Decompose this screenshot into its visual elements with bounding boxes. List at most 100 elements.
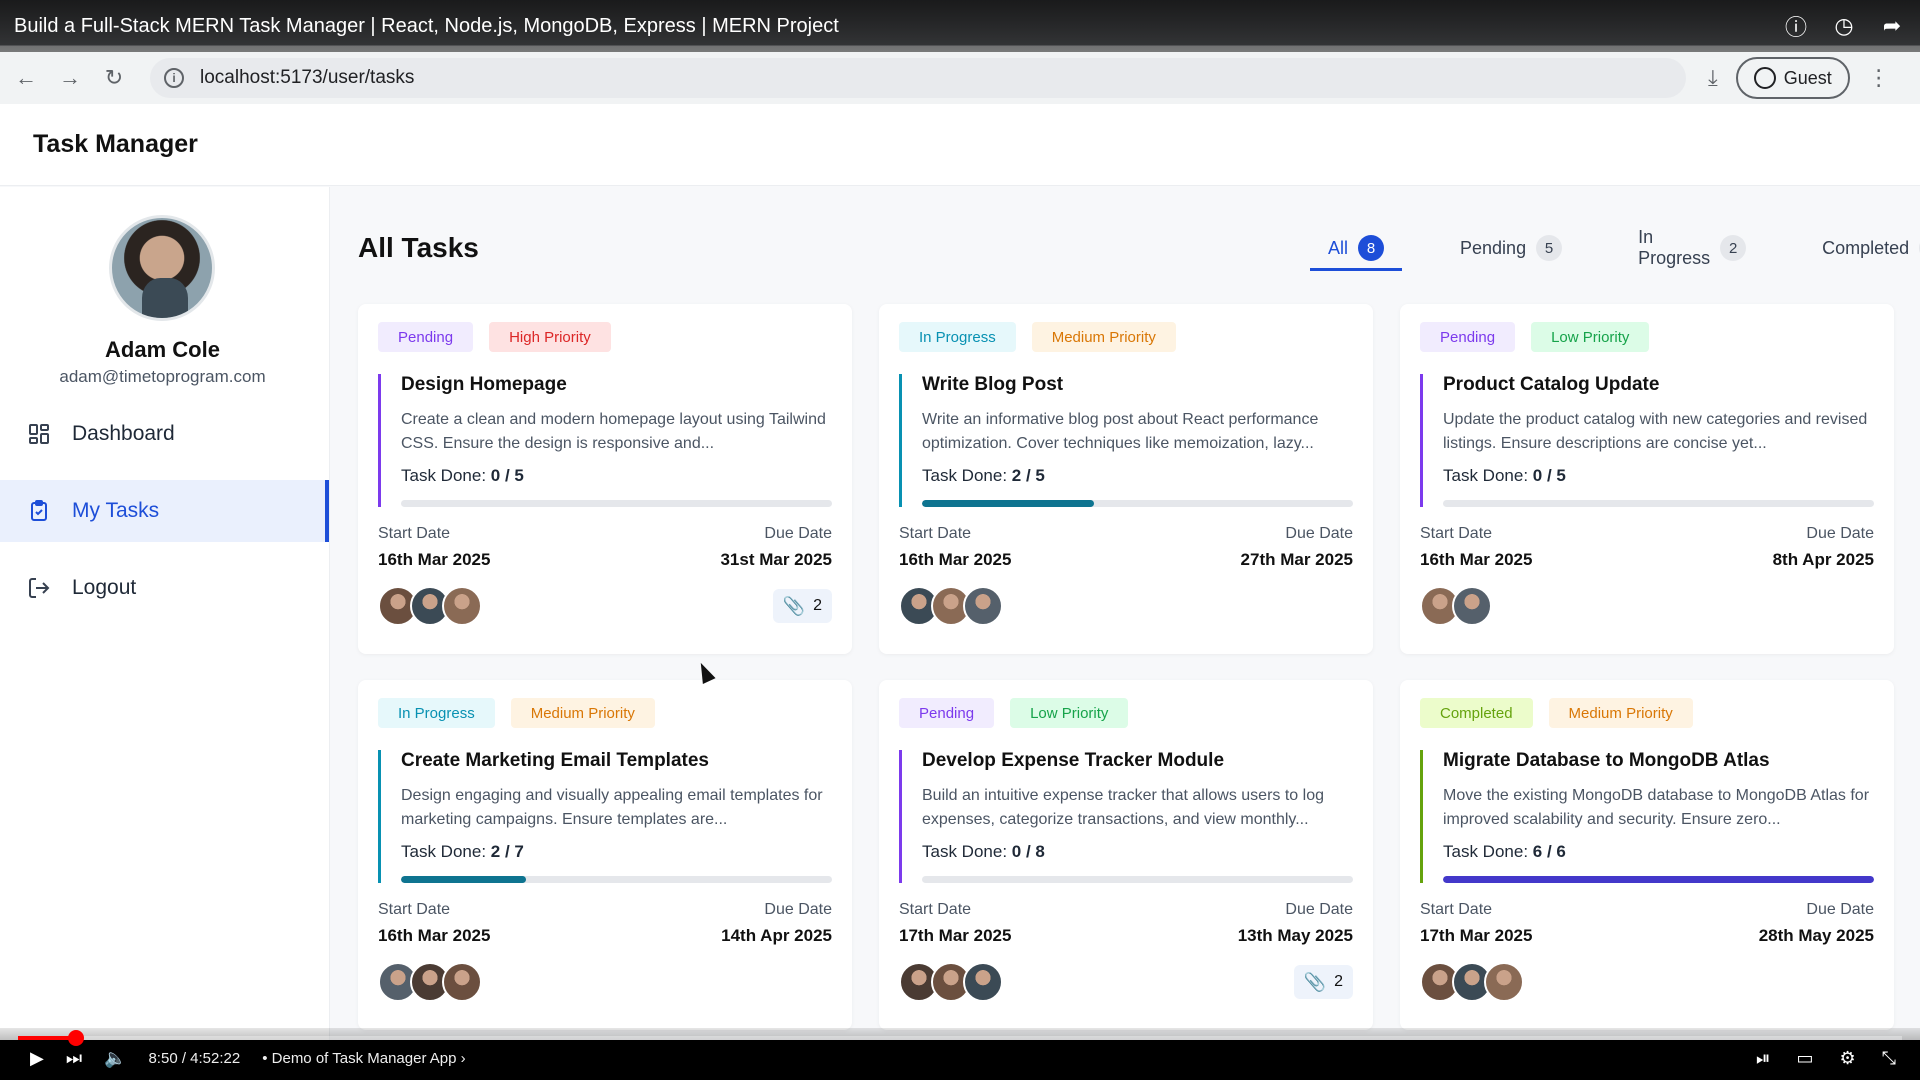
card-footer [378,962,832,1002]
download-icon[interactable]: ⤓ [1708,65,1718,91]
back-button[interactable]: ← [8,60,44,96]
next-icon[interactable]: ⏭ [66,1048,82,1069]
start-date-label: Start Date [899,525,972,542]
play-icon[interactable]: ▶ [30,1048,44,1069]
task-description: Design engaging and visually appealing e… [401,787,823,828]
exit-fullscreen-icon[interactable]: ⤡ [1882,1048,1896,1069]
profile-label: Guest [1783,67,1832,88]
start-date-value: 16th Mar 2025 [899,550,1012,569]
task-done: Task Done: 6 / 6 [1443,842,1874,862]
task-done-label: Task Done: [1443,466,1529,485]
due-date-value: 28th May 2025 [1758,926,1874,945]
sidebar-item-label: Logout [72,576,137,599]
account-icon [1753,67,1776,89]
task-done: Task Done: 0 / 8 [922,842,1353,862]
user-name: Adam Cole [105,337,220,362]
assignee-avatar [963,586,1003,626]
start-date-label: Start Date [899,901,972,918]
settings-icon[interactable]: ⚙ [1839,1048,1855,1069]
task-progress-fill [1443,876,1874,883]
captions-icon[interactable]: ▭ [1796,1048,1813,1069]
priority-badge: Medium Priority [1031,322,1176,352]
task-card[interactable]: In Progress Medium Priority Create Marke… [358,680,852,1030]
start-date-label: Start Date [1420,901,1493,918]
task-card[interactable]: Pending High Priority Design Homepage Cr… [358,304,852,654]
tab-all[interactable]: All 8 [1310,225,1403,271]
task-done-value: 2 / 7 [490,842,524,861]
card-body: Create Marketing Email Templates Design … [378,750,832,883]
tab-completed[interactable]: Completed 1 [1804,225,1920,271]
timeline-scrubber[interactable] [68,1030,85,1046]
task-progress-fill [401,876,526,883]
video-controls-right: ⏯ ▭ ⚙ ⤡ [1756,1048,1896,1069]
task-description: Build an intuitive expense tracker that … [922,787,1324,828]
due-date-label: Due Date [764,901,832,918]
sidebar-item-logout[interactable]: Logout [0,557,329,619]
forward-button[interactable]: → [52,60,88,96]
due-date-label: Due Date [764,525,832,542]
card-badges: In Progress Medium Priority [378,698,832,728]
paperclip-icon: 📎 [782,595,806,616]
task-done-value: 6 / 6 [1532,842,1566,861]
app-title: Task Manager [33,130,198,158]
task-title: Migrate Database to MongoDB Atlas [1443,750,1770,771]
video-title[interactable]: Build a Full-Stack MERN Task Manager | R… [14,15,839,38]
task-progress-fill [922,500,1095,507]
start-date-block: Start Date 17th Mar 2025 [899,901,1011,946]
start-date-block: Start Date 16th Mar 2025 [1420,525,1532,570]
profile-avatar [109,215,215,321]
sidebar-item-dashboard[interactable]: Dashboard [0,403,329,465]
assignee-avatars [1420,962,1524,1002]
profile-button[interactable]: Guest [1735,57,1850,99]
video-chapter[interactable]: • Demo of Task Manager App › [262,1050,465,1067]
video-timeline[interactable] [18,1030,1902,1046]
user-email: adam@timetoprogram.com [59,367,266,386]
card-badges: Pending Low Priority [899,698,1353,728]
address-bar[interactable]: i localhost:5173/user/tasks [150,58,1686,98]
due-date-block: Due Date 27th Mar 2025 [1241,525,1353,570]
start-date-value: 16th Mar 2025 [378,550,491,569]
task-done-label: Task Done: [1443,842,1529,861]
url-text[interactable]: localhost:5173/user/tasks [200,67,414,89]
due-date-block: Due Date 13th May 2025 [1238,901,1353,946]
status-badge: In Progress [899,322,1016,352]
task-description: Move the existing MongoDB database to Mo… [1443,787,1870,828]
browser-menu-icon[interactable]: ⋮ [1868,65,1890,91]
paperclip-icon: 📎 [1303,971,1327,992]
site-info-icon[interactable]: i [164,68,184,88]
task-done-value: 0 / 5 [1532,466,1566,485]
due-date-value: 8th Apr 2025 [1772,550,1874,569]
task-card[interactable]: In Progress Medium Priority Write Blog P… [879,304,1373,654]
attachment-count[interactable]: 📎 2 [772,589,832,623]
priority-badge: Low Priority [1010,698,1129,728]
assignee-avatars [899,962,1003,1002]
tab-in-progress[interactable]: In Progress 2 [1620,225,1764,271]
share-icon[interactable]: ➦ [1878,12,1906,40]
video-controls-left: ▶ ⏭ 🔈 8:50 / 4:52:22 • Demo of Task Mana… [30,1048,466,1069]
attachment-count-value: 2 [1334,973,1343,990]
task-card[interactable]: Pending Low Priority Product Catalog Upd… [1400,304,1894,654]
info-icon[interactable]: ⓘ [1782,12,1810,40]
card-badges: In Progress Medium Priority [899,322,1353,352]
volume-icon[interactable]: 🔈 [104,1048,126,1069]
video-top-icons: ⓘ ◷ ➦ [1782,12,1906,40]
assignee-avatars [899,586,1003,626]
tab-pending[interactable]: Pending 5 [1442,225,1580,271]
reload-button[interactable]: ↻ [96,60,132,96]
tab-count: 5 [1536,235,1563,261]
priority-badge: Medium Priority [1548,698,1693,728]
autoplay-toggle-icon[interactable]: ⏯ [1756,1048,1770,1069]
watch-later-icon[interactable]: ◷ [1830,12,1858,40]
attachment-count[interactable]: 📎 2 [1293,965,1353,999]
task-card[interactable]: Completed Medium Priority Migrate Databa… [1400,680,1894,1030]
sidebar-item-my-tasks[interactable]: My Tasks [0,480,329,542]
status-badge: In Progress [378,698,495,728]
start-date-value: 17th Mar 2025 [899,926,1012,945]
sidebar-item-label: Dashboard [72,422,175,445]
card-body: Migrate Database to MongoDB Atlas Move t… [1420,750,1874,883]
card-footer: 📎 2 [378,586,832,626]
task-card[interactable]: Pending Low Priority Develop Expense Tra… [879,680,1373,1030]
assignee-avatar [963,962,1003,1002]
start-date-value: 16th Mar 2025 [1420,550,1533,569]
task-progress-bar [922,876,1353,883]
